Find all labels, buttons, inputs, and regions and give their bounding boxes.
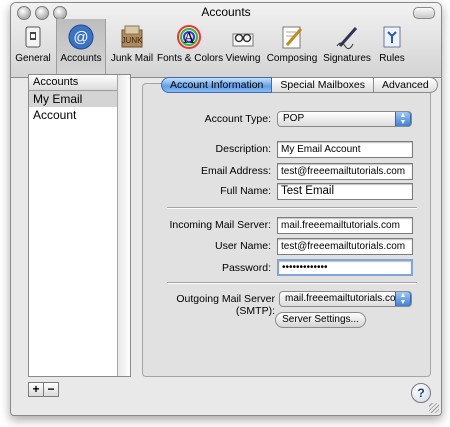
glasses-icon	[230, 24, 256, 50]
toolbar-toggle-button[interactable]	[413, 7, 435, 19]
incoming-server-field[interactable]: mail.freeemailtutorials.com	[277, 217, 413, 234]
add-account-button[interactable]: +	[28, 382, 44, 397]
accounts-list-scrollbar[interactable]	[117, 75, 130, 376]
window-title: Accounts	[201, 5, 251, 19]
account-item-my-email-account[interactable]: My Email Account	[29, 91, 125, 122]
toolbar-composing-label: Composing	[266, 53, 318, 64]
signature-pen-icon	[334, 24, 360, 50]
toolbar-accounts[interactable]: @ Accounts	[56, 19, 106, 76]
accounts-list-header: Accounts	[29, 75, 130, 91]
help-button[interactable]: ?	[411, 383, 431, 403]
toolbar-fonts-colors[interactable]: A Fonts & Colors	[157, 21, 224, 73]
section-divider	[167, 282, 417, 284]
svg-text:@: @	[73, 29, 88, 46]
switch-icon	[20, 24, 46, 50]
toolbar-accounts-label: Accounts	[60, 53, 102, 64]
toolbar-general-label: General	[15, 53, 51, 64]
chevron-up-down-icon: ▲ ▼	[395, 292, 411, 306]
toolbar-signatures-label: Signatures	[323, 53, 371, 64]
toolbar-junk-mail[interactable]: JUNK Junk Mail	[106, 21, 158, 73]
toolbar-general[interactable]: General	[13, 21, 53, 73]
toolbar-signatures[interactable]: Signatures	[319, 21, 375, 73]
email-address-field[interactable]: test@freeemailtutorials.com	[277, 163, 413, 180]
pencil-paper-icon	[279, 24, 305, 50]
account-type-value: POP	[283, 113, 305, 124]
account-type-label: Account Type:	[204, 113, 271, 125]
toolbar-rules-label: Rules	[379, 53, 405, 64]
password-field[interactable]: •••••••••••••	[277, 259, 413, 276]
incoming-server-label: Incoming Mail Server:	[169, 219, 271, 231]
password-label: Password:	[221, 262, 271, 274]
toolbar-viewing[interactable]: Viewing	[223, 21, 263, 73]
rules-icon	[379, 24, 405, 50]
account-type-select[interactable]: POP ▲ ▼	[277, 111, 412, 127]
accounts-list: Accounts My Email Account	[28, 74, 131, 377]
smtp-server-select[interactable]: mail.freeemailtutorials.con ▲ ▼	[279, 291, 412, 307]
user-name-label: User Name:	[214, 240, 271, 252]
full-name-label: Full Name:	[220, 185, 271, 197]
toolbar-viewing-label: Viewing	[225, 53, 261, 64]
user-name-field[interactable]: test@freeemailtutorials.com	[277, 238, 413, 255]
tab-account-information[interactable]: Account Information	[161, 77, 273, 93]
toolbar-junk-mail-label: Junk Mail	[110, 53, 154, 64]
section-divider	[167, 207, 417, 209]
remove-account-button[interactable]: −	[43, 382, 59, 397]
account-tabs: Account Information Special Mailboxes Ad…	[161, 77, 438, 93]
email-address-label: Email Address:	[200, 165, 271, 177]
smtp-label: Outgoing Mail Server (SMTP):	[176, 293, 275, 317]
at-sign-icon: @	[68, 24, 94, 50]
toolbar-rules[interactable]: Rules	[374, 21, 410, 73]
svg-text:A: A	[183, 30, 195, 47]
tab-advanced[interactable]: Advanced	[374, 77, 438, 93]
tab-special-mailboxes[interactable]: Special Mailboxes	[272, 77, 375, 93]
resize-grip[interactable]	[429, 403, 439, 413]
toolbar-fonts-colors-label: Fonts & Colors	[157, 53, 224, 64]
toolbar-composing[interactable]: Composing	[265, 21, 319, 73]
chevron-up-down-icon: ▲ ▼	[395, 112, 411, 126]
title-bar: Accounts General @ Accounts JUNK Junk Ma…	[11, 3, 441, 78]
description-label: Description:	[215, 143, 271, 155]
junk-mail-icon: JUNK	[119, 24, 145, 50]
description-field[interactable]: My Email Account	[277, 141, 413, 158]
fonts-colors-icon: A	[176, 24, 202, 50]
server-settings-button[interactable]: Server Settings...	[275, 312, 366, 328]
svg-text:JUNK: JUNK	[122, 36, 144, 45]
smtp-server-value: mail.freeemailtutorials.con	[285, 293, 402, 304]
preferences-window: Accounts General @ Accounts JUNK Junk Ma…	[10, 2, 442, 416]
full-name-field[interactable]: Test Email	[277, 183, 413, 200]
